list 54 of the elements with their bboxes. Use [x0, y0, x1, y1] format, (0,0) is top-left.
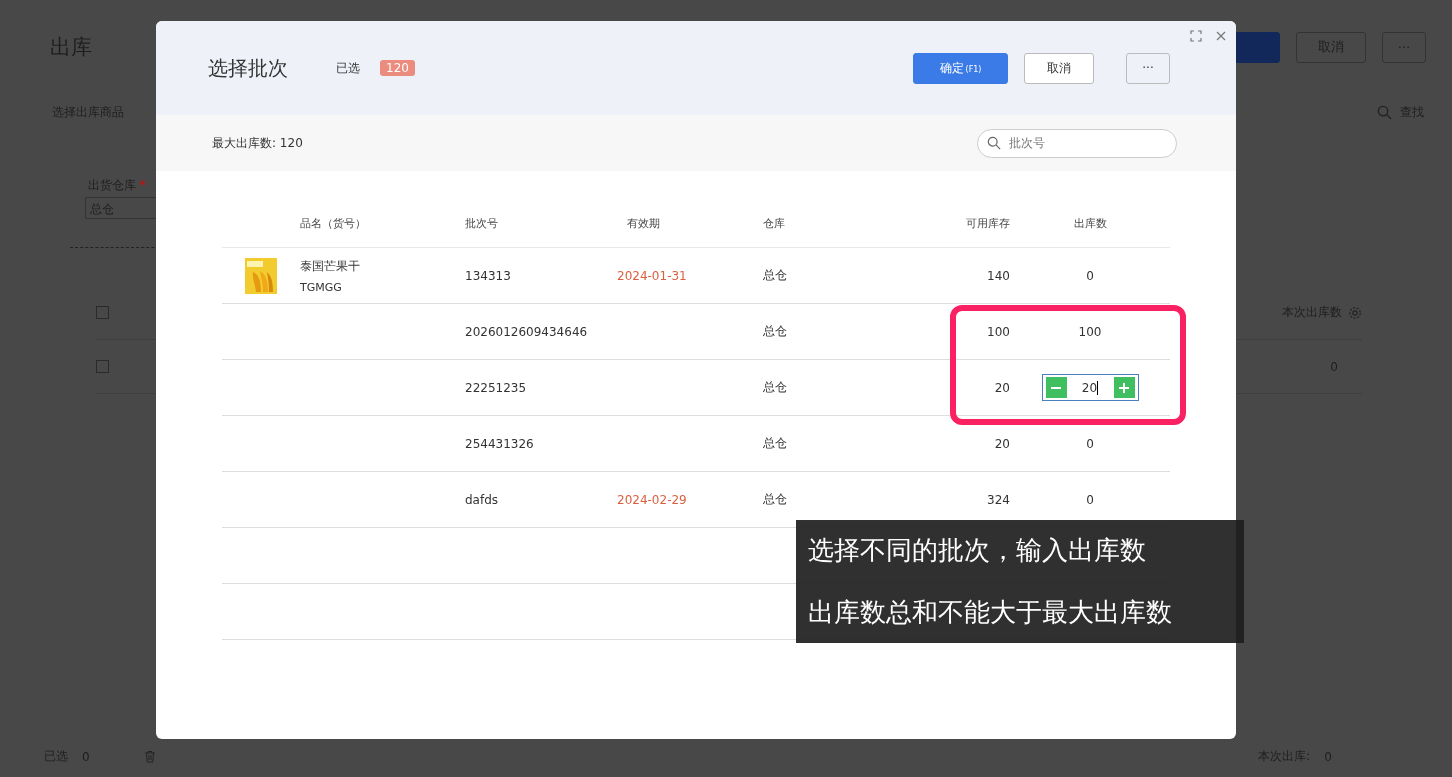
product-name: 泰国芒果干 — [300, 257, 361, 275]
batch-number: 134313 — [465, 268, 511, 283]
quantity-value: 0 — [1086, 436, 1094, 451]
plus-button[interactable] — [1113, 377, 1135, 398]
plus-icon — [1118, 381, 1130, 394]
batch-number: 2026012609434646 — [465, 324, 588, 339]
available-stock: 140 — [987, 268, 1010, 283]
search-icon — [1377, 105, 1392, 120]
caption-text: 出库数总和不能大于最大出库数 — [808, 595, 1173, 629]
trash-icon[interactable] — [143, 750, 156, 763]
available-stock: 100 — [987, 324, 1010, 339]
expiry-date: 2024-02-29 — [617, 492, 687, 507]
column-header: 品名（货号） — [300, 217, 366, 230]
minus-button[interactable] — [1045, 377, 1067, 398]
search-input[interactable]: 批次号 — [1007, 135, 1161, 151]
batch-number: 254431326 — [465, 436, 534, 451]
warehouse-name: 总仓 — [763, 324, 787, 338]
quantity-value: 100 — [1078, 324, 1102, 339]
selected-badge: 120 — [380, 60, 415, 76]
quantity-stepper[interactable]: 20 — [1041, 374, 1139, 401]
warehouse-name: 总仓 — [763, 436, 787, 450]
gear-icon[interactable] — [1348, 305, 1362, 320]
search-icon — [987, 136, 1001, 150]
quantity-value: 0 — [1086, 268, 1094, 283]
column-header: 仓库 — [763, 217, 785, 230]
dialog-title: 选择批次 — [208, 54, 288, 82]
cancel-button[interactable]: 取消 — [1024, 52, 1094, 84]
selected-label: 已选 — [336, 59, 360, 77]
quantity-value: 0 — [1086, 492, 1094, 507]
expiry-date: 2024-01-31 — [617, 268, 687, 283]
available-stock: 20 — [994, 436, 1010, 451]
column-header: 可用库存 — [966, 217, 1010, 230]
column-header: 出库数 — [1073, 216, 1107, 231]
close-icon[interactable] — [1216, 31, 1226, 41]
required-mark: * — [139, 177, 146, 194]
search-field[interactable]: 批次号 — [977, 128, 1177, 158]
batch-number: 22251235 — [465, 380, 527, 395]
column-header: 有效期 — [627, 217, 660, 230]
checkbox[interactable] — [96, 306, 109, 319]
checkbox[interactable] — [96, 360, 109, 373]
max-quantity-label: 最大出库数: 120 — [212, 134, 303, 152]
product-thumbnail — [245, 257, 277, 294]
available-stock: 324 — [987, 492, 1010, 507]
batch-number: dafds — [465, 492, 499, 507]
caption-text: 选择不同的批次，输入出库数 — [808, 534, 1147, 568]
confirm-button[interactable]: 确定 (F1) — [913, 52, 1008, 84]
fullscreen-icon[interactable] — [1190, 30, 1202, 42]
more-button[interactable]: ··· — [1126, 52, 1170, 84]
column-header: 批次号 — [465, 217, 498, 230]
product-code: TGMGG — [300, 280, 343, 294]
warehouse-name: 总仓 — [763, 268, 787, 282]
warehouse-name: 总仓 — [763, 492, 787, 506]
warehouse-name: 总仓 — [763, 380, 787, 394]
available-stock: 20 — [994, 380, 1010, 395]
